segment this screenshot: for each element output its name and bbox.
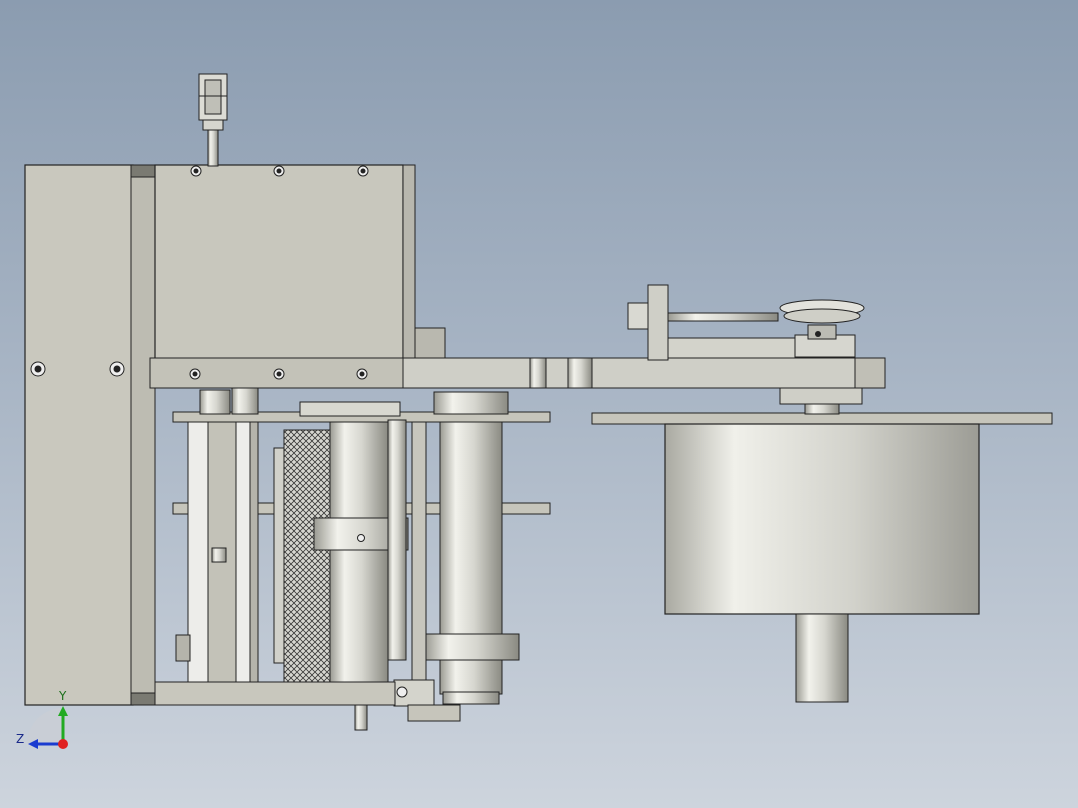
cad-viewport[interactable]: Y Z — [0, 0, 1078, 808]
screw-hole — [189, 368, 201, 380]
left-side-plate — [24, 164, 156, 706]
guide-rail — [175, 421, 259, 693]
screw-hole — [273, 368, 285, 380]
upper-housing-box — [149, 164, 446, 389]
z-axis-label: Z — [16, 732, 24, 746]
top-cable-connector — [198, 73, 228, 167]
screw-hole — [190, 165, 202, 177]
screw-hole — [273, 165, 285, 177]
y-axis-label: Y — [58, 689, 67, 703]
screw-hole — [30, 361, 46, 377]
coordinate-triad — [27, 706, 68, 749]
right-mounting-plate — [591, 412, 1053, 425]
motor-housing — [664, 403, 980, 615]
screw-hole — [356, 368, 368, 380]
base-strip — [154, 681, 396, 706]
support-post — [199, 387, 259, 415]
pulley-wheel — [779, 299, 865, 340]
cad-assembly-drawing: Y Z — [16, 73, 1053, 749]
screw-hole — [109, 361, 125, 377]
screw-hole — [357, 165, 369, 177]
motor-shaft — [795, 613, 849, 703]
secondary-cylinder — [411, 391, 520, 705]
